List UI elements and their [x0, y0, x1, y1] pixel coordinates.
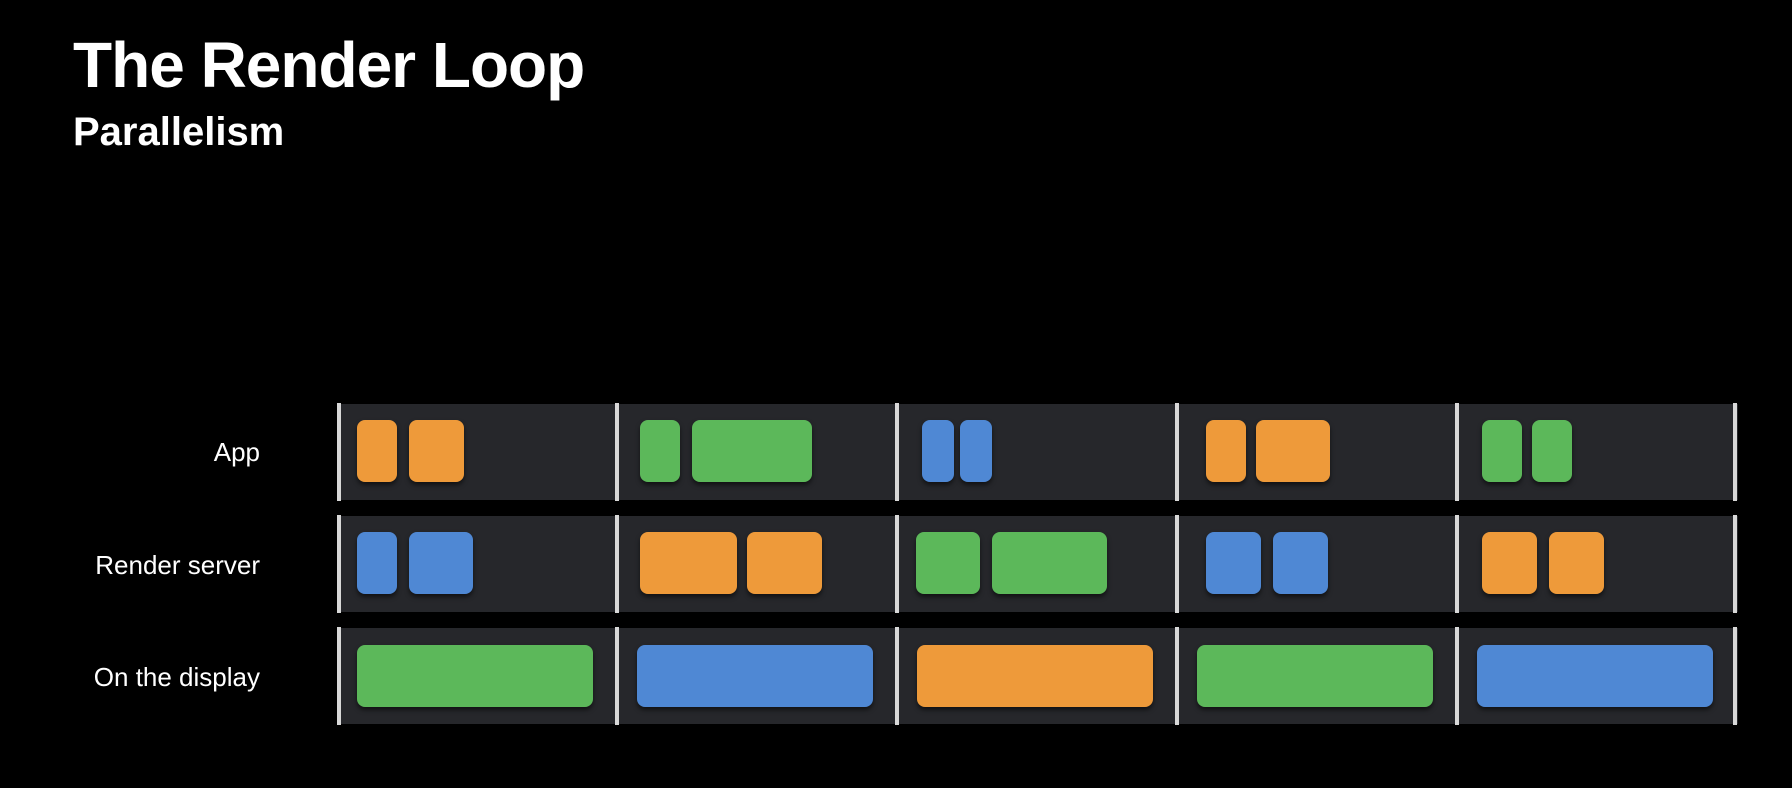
frame-divider	[337, 627, 341, 725]
frame-divider	[1733, 515, 1737, 613]
frame-divider	[1455, 403, 1459, 501]
track-on-the-display	[337, 627, 1738, 725]
orange-work-block	[640, 532, 737, 594]
green-frame-block	[357, 645, 593, 707]
frame-divider	[1455, 627, 1459, 725]
green-work-block	[640, 420, 680, 482]
frame-divider	[337, 515, 341, 613]
row-label-render-server: Render server	[95, 550, 260, 580]
orange-work-block	[409, 420, 464, 482]
frame-divider	[895, 515, 899, 613]
green-work-block	[692, 420, 812, 482]
frame-divider	[337, 403, 341, 501]
frame-divider	[1455, 515, 1459, 613]
row-label-app: App	[213, 437, 260, 467]
frame-divider	[895, 627, 899, 725]
frame-divider	[615, 627, 619, 725]
orange-work-block	[1482, 532, 1537, 594]
frame-divider	[1733, 627, 1737, 725]
blue-frame-block	[1477, 645, 1713, 707]
orange-work-block	[357, 420, 397, 482]
frame-divider	[895, 403, 899, 501]
frame-divider	[1175, 627, 1179, 725]
frame-divider	[615, 515, 619, 613]
blue-work-block	[1273, 532, 1328, 594]
frame-divider	[615, 403, 619, 501]
green-work-block	[1482, 420, 1522, 482]
orange-frame-block	[917, 645, 1153, 707]
blue-work-block	[409, 532, 473, 594]
blue-work-block	[960, 420, 992, 482]
frame-divider	[1175, 515, 1179, 613]
orange-work-block	[747, 532, 822, 594]
track-render-server	[337, 515, 1738, 613]
track-app	[337, 403, 1738, 501]
blue-work-block	[922, 420, 954, 482]
green-work-block	[916, 532, 980, 594]
green-work-block	[1532, 420, 1572, 482]
frame-divider	[1733, 403, 1737, 501]
orange-work-block	[1206, 420, 1246, 482]
orange-work-block	[1256, 420, 1330, 482]
frame-divider	[1175, 403, 1179, 501]
blue-work-block	[357, 532, 397, 594]
blue-work-block	[1206, 532, 1261, 594]
orange-work-block	[1549, 532, 1604, 594]
slide-subtitle: Parallelism	[73, 110, 285, 154]
green-frame-block	[1197, 645, 1433, 707]
green-work-block	[992, 532, 1107, 594]
blue-frame-block	[637, 645, 873, 707]
slide-title: The Render Loop	[73, 29, 585, 101]
row-label-on-the-display: On the display	[93, 662, 260, 692]
